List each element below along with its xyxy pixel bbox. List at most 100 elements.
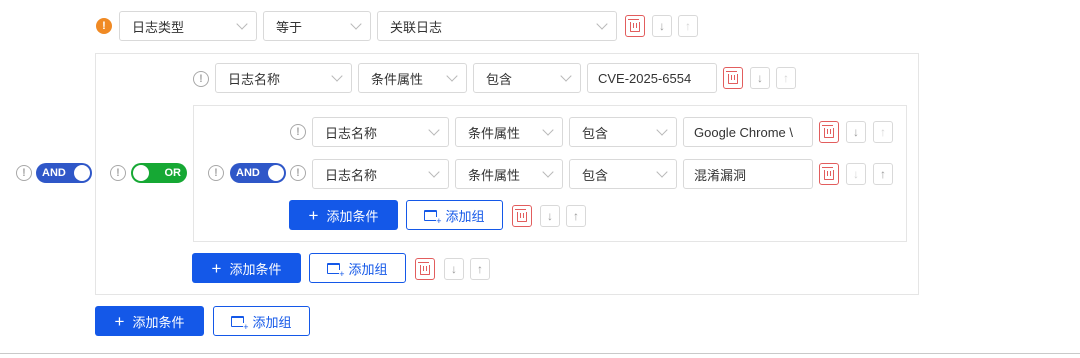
arrow-up-icon: ↑ xyxy=(477,262,483,276)
chevron-down-icon xyxy=(236,18,248,30)
select-value: 条件属性 xyxy=(468,125,521,141)
chevron-down-icon xyxy=(331,70,343,82)
toggle-knob xyxy=(133,165,149,181)
move-down-button[interactable]: ↓ xyxy=(540,205,560,227)
add-condition-button[interactable]: + 添加条件 xyxy=(289,200,398,230)
condition-attribute-select[interactable]: 条件属性 xyxy=(358,63,467,93)
move-up-button[interactable]: ↑ xyxy=(873,121,893,143)
operator-select[interactable]: 等于 xyxy=(263,11,371,41)
select-value: 条件属性 xyxy=(468,167,521,183)
info-icon: ! xyxy=(208,165,224,181)
select-value: 日志名称 xyxy=(228,71,281,87)
select-value: 等于 xyxy=(276,19,303,35)
arrow-up-icon: ↑ xyxy=(573,209,579,223)
plus-icon: + xyxy=(211,258,222,278)
select-value: 包含 xyxy=(582,125,609,141)
condition-field-select[interactable]: 日志名称 xyxy=(215,63,352,93)
move-up-button[interactable]: ↑ xyxy=(776,67,796,89)
move-down-button[interactable]: ↓ xyxy=(846,121,866,143)
chevron-down-icon xyxy=(542,124,554,136)
button-label: 添加条件 xyxy=(229,261,282,277)
plus-icon: + xyxy=(308,205,319,225)
move-up-button[interactable]: ↑ xyxy=(566,205,586,227)
chevron-down-icon xyxy=(656,166,668,178)
chevron-down-icon xyxy=(656,124,668,136)
arrow-up-icon: ↑ xyxy=(880,125,886,139)
info-icon: ! xyxy=(110,165,126,181)
trash-icon xyxy=(822,125,834,138)
info-icon: ! xyxy=(16,165,32,181)
toggle-label: AND xyxy=(42,167,66,179)
move-up-button[interactable]: ↑ xyxy=(873,163,893,185)
log-type-field-select[interactable]: 日志类型 xyxy=(119,11,257,41)
delete-button[interactable] xyxy=(819,163,839,185)
delete-button[interactable] xyxy=(819,121,839,143)
bottom-divider xyxy=(0,353,1080,354)
select-value: 日志名称 xyxy=(325,125,378,141)
condition-operator-select[interactable]: 包含 xyxy=(569,159,677,189)
folder-add-icon xyxy=(231,315,249,332)
select-value: 条件属性 xyxy=(371,71,424,87)
add-condition-button[interactable]: + 添加条件 xyxy=(95,306,204,336)
condition-operator-select[interactable]: 包含 xyxy=(569,117,677,147)
arrow-down-icon: ↓ xyxy=(853,167,859,181)
select-value: 关联日志 xyxy=(390,19,443,35)
button-label: 添加条件 xyxy=(132,314,185,330)
plus-icon: + xyxy=(114,311,125,331)
condition-value-input[interactable]: 混淆漏洞 xyxy=(683,159,813,189)
trash-icon xyxy=(515,209,527,222)
button-label: 添加组 xyxy=(252,314,292,330)
delete-button[interactable] xyxy=(415,258,435,280)
move-down-button[interactable]: ↓ xyxy=(652,15,672,37)
condition-attribute-select[interactable]: 条件属性 xyxy=(455,159,563,189)
trash-icon xyxy=(418,262,430,275)
condition-attribute-select[interactable]: 条件属性 xyxy=(455,117,563,147)
button-label: 添加组 xyxy=(348,261,388,277)
move-down-button[interactable]: ↓ xyxy=(846,163,866,185)
outer-logic-toggle[interactable]: AND xyxy=(36,163,92,183)
delete-button[interactable] xyxy=(625,15,645,37)
info-icon: ! xyxy=(193,71,209,87)
move-up-button[interactable]: ↑ xyxy=(470,258,490,280)
delete-button[interactable] xyxy=(723,67,743,89)
info-icon: ! xyxy=(290,124,306,140)
or-logic-toggle[interactable]: OR xyxy=(131,163,187,183)
delete-button[interactable] xyxy=(512,205,532,227)
button-label: 添加组 xyxy=(445,208,485,224)
move-down-button[interactable]: ↓ xyxy=(444,258,464,280)
arrow-down-icon: ↓ xyxy=(451,262,457,276)
arrow-up-icon: ↑ xyxy=(880,167,886,181)
condition-field-select[interactable]: 日志名称 xyxy=(312,159,449,189)
chevron-down-icon xyxy=(560,70,572,82)
folder-add-icon xyxy=(327,262,345,279)
add-group-button[interactable]: 添加组 xyxy=(309,253,406,283)
add-condition-button[interactable]: + 添加条件 xyxy=(192,253,301,283)
trash-icon xyxy=(822,167,834,180)
chevron-down-icon xyxy=(350,18,362,30)
trash-icon xyxy=(628,19,640,32)
info-icon: ! xyxy=(290,165,306,181)
chevron-down-icon xyxy=(542,166,554,178)
condition-value-input[interactable]: Google Chrome \ xyxy=(683,117,813,147)
toggle-knob xyxy=(268,165,284,181)
trash-icon xyxy=(726,71,738,84)
warning-icon: ! xyxy=(96,18,112,34)
chevron-down-icon xyxy=(428,166,440,178)
select-value: 包含 xyxy=(486,71,513,87)
move-up-button[interactable]: ↑ xyxy=(678,15,698,37)
move-down-button[interactable]: ↓ xyxy=(750,67,770,89)
arrow-up-icon: ↑ xyxy=(685,19,691,33)
inner-logic-toggle[interactable]: AND xyxy=(230,163,286,183)
select-value: 日志名称 xyxy=(325,167,378,183)
chevron-down-icon xyxy=(596,18,608,30)
add-group-button[interactable]: 添加组 xyxy=(406,200,503,230)
condition-value-input[interactable]: CVE-2025-6554 xyxy=(587,63,717,93)
toggle-label: OR xyxy=(164,167,182,179)
condition-field-select[interactable]: 日志名称 xyxy=(312,117,449,147)
arrow-down-icon: ↓ xyxy=(757,71,763,85)
add-group-button[interactable]: 添加组 xyxy=(213,306,310,336)
value-select[interactable]: 关联日志 xyxy=(377,11,617,41)
button-label: 添加条件 xyxy=(326,208,379,224)
chevron-down-icon xyxy=(428,124,440,136)
condition-operator-select[interactable]: 包含 xyxy=(473,63,581,93)
